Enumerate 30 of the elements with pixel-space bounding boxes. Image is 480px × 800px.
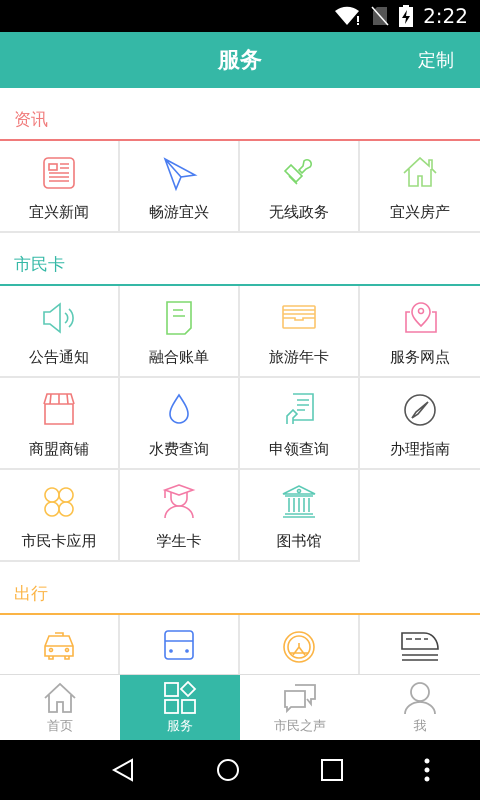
home-circle-icon[interactable]: [216, 758, 240, 782]
page-title: 服务: [218, 47, 262, 75]
no-sim-icon: [371, 6, 390, 26]
section-title: 市民卡: [14, 254, 65, 276]
service-tile[interactable]: 水费查询: [120, 378, 240, 470]
status-time: 2:22: [423, 4, 468, 28]
grid-icon: [163, 680, 197, 714]
service-tile[interactable]: 旅游年卡: [240, 286, 360, 378]
service-tile[interactable]: 宜兴新闻: [0, 141, 120, 233]
service-tile[interactable]: 畅游宜兴: [120, 141, 240, 233]
more-icon[interactable]: [424, 758, 430, 782]
section-title: 出行: [14, 583, 48, 605]
service-tile[interactable]: 公告通知: [0, 286, 120, 378]
service-tile[interactable]: 融合账单: [120, 286, 240, 378]
service-tile[interactable]: 图书馆: [240, 470, 360, 562]
service-tile[interactable]: 学生卡: [120, 470, 240, 562]
section-title: 资讯: [14, 109, 48, 131]
service-tile[interactable]: 服务网点: [360, 286, 480, 378]
battery-charging-icon: [399, 5, 414, 27]
person-icon: [403, 680, 437, 714]
service-tile[interactable]: 办理指南: [360, 378, 480, 470]
service-tile[interactable]: 申领查询: [240, 378, 360, 470]
home-icon: [43, 680, 77, 714]
service-tile[interactable]: 商盟商铺: [0, 378, 120, 470]
service-tile[interactable]: 市民卡应用: [0, 470, 120, 562]
service-tile[interactable]: 宜兴房产: [360, 141, 480, 233]
back-icon[interactable]: [110, 758, 134, 782]
wifi-icon: [335, 6, 362, 26]
recents-icon[interactable]: [320, 759, 342, 781]
service-tile[interactable]: 无线政务: [240, 141, 360, 233]
